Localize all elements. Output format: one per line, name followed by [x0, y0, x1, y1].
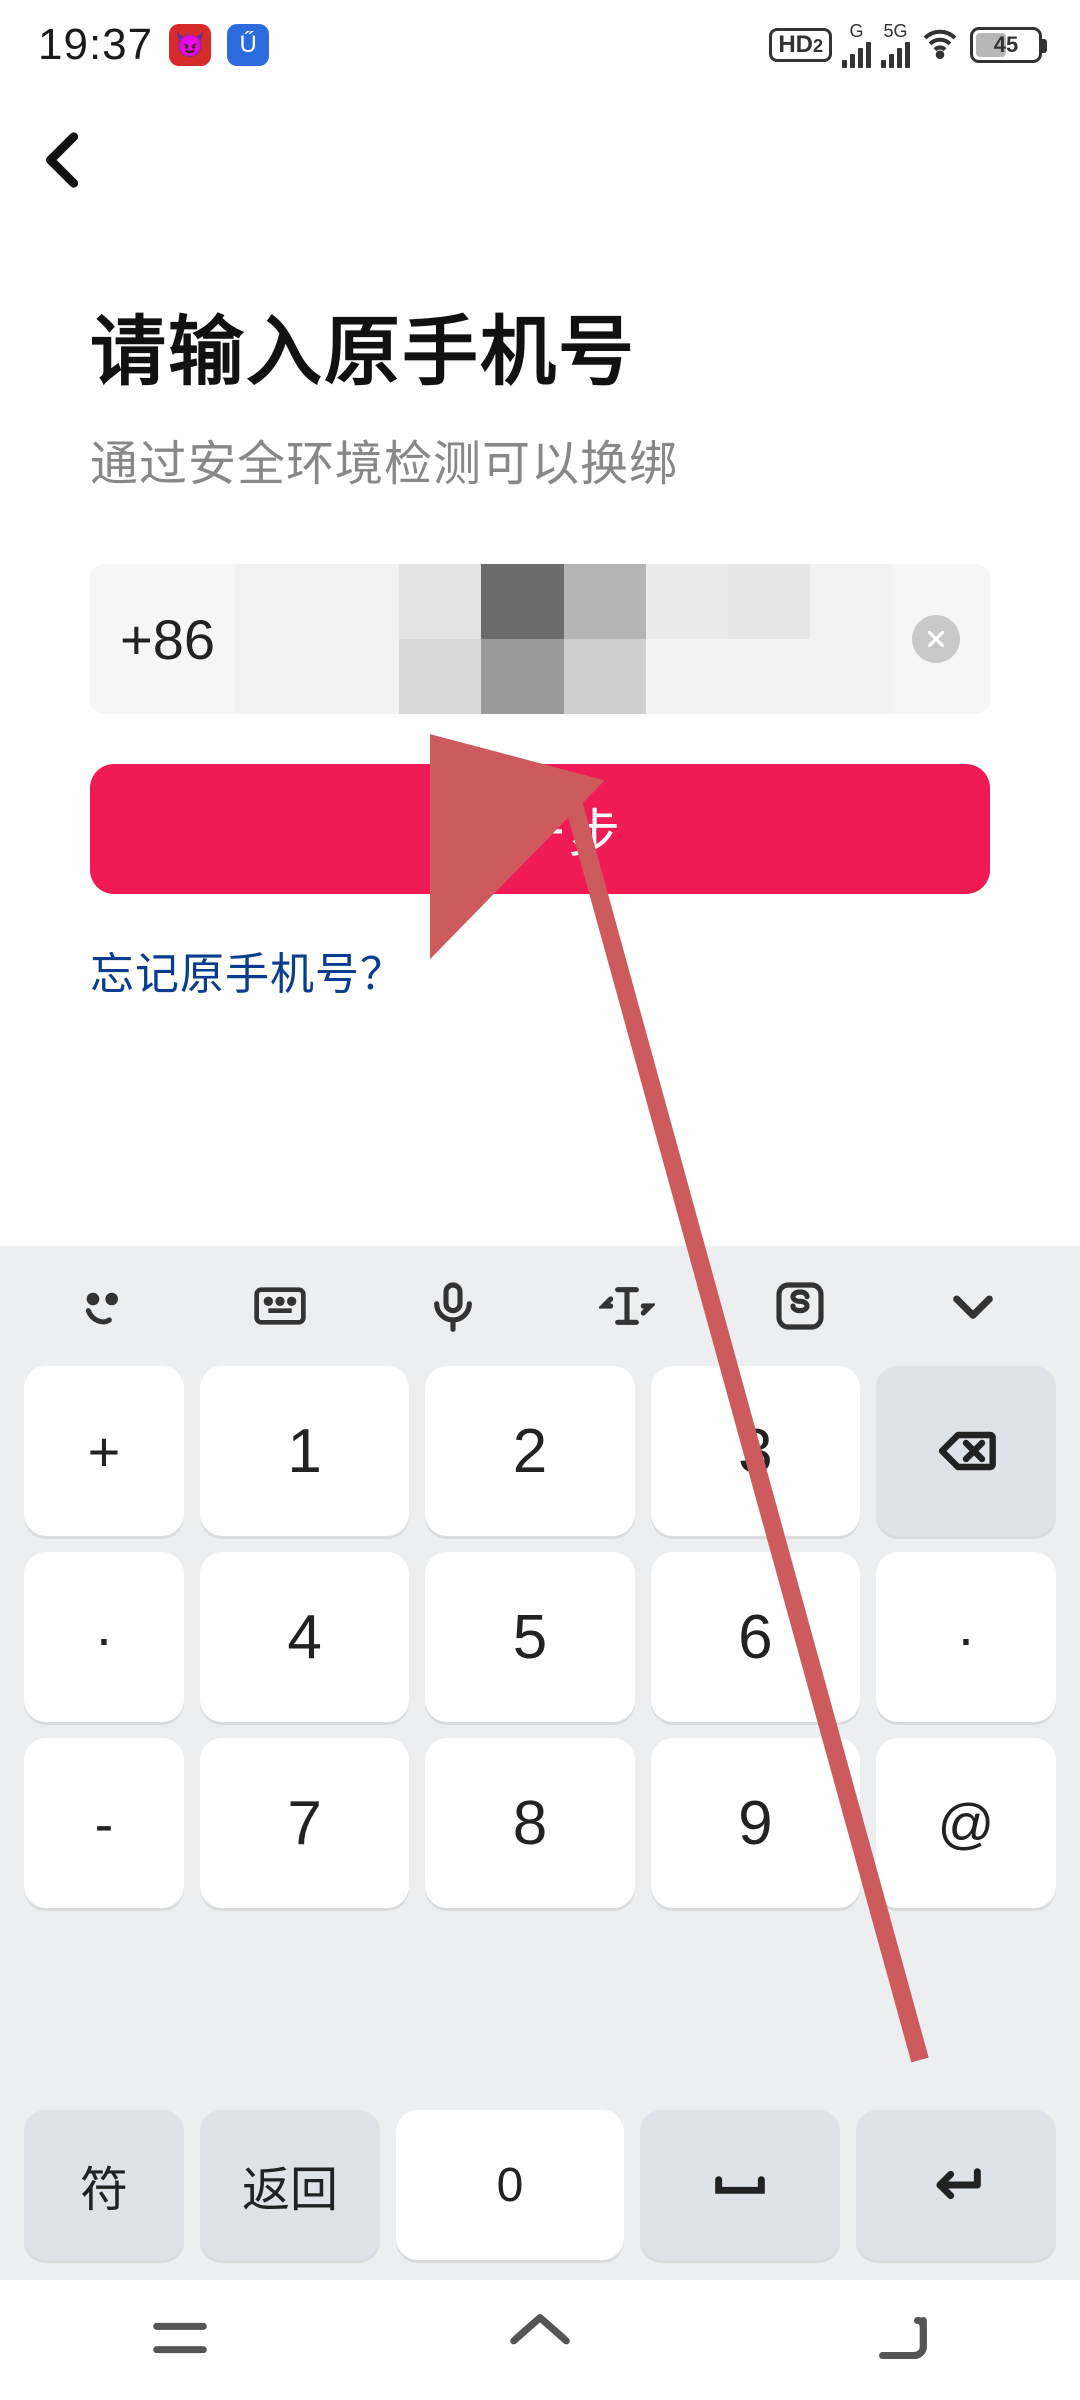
wifi-icon: [920, 23, 960, 68]
key-minus[interactable]: -: [24, 1738, 184, 1908]
notif-app-icon-1: 😈: [169, 24, 211, 66]
key-4[interactable]: 4: [200, 1552, 409, 1722]
keyboard-main-grid: + 1 2 3 · 4 5 6 · - 7 8 9 @ (: [0, 1366, 1080, 2094]
phone-number-field[interactable]: [235, 564, 892, 714]
signal-2: 5G: [881, 22, 910, 68]
signal-1: G: [842, 22, 871, 68]
key-0[interactable]: 0: [396, 2110, 624, 2260]
page-title: 请输入原手机号: [90, 290, 990, 400]
key-6[interactable]: 6: [651, 1552, 860, 1722]
key-return-ime[interactable]: 返回: [200, 2110, 380, 2260]
key-7[interactable]: 7: [200, 1738, 409, 1908]
hd-badge: HD2: [769, 28, 832, 62]
key-symbols[interactable]: 符: [24, 2110, 184, 2260]
country-code[interactable]: +86: [120, 607, 215, 672]
key-enter[interactable]: [856, 2110, 1056, 2260]
collapse-keyboard-icon[interactable]: [918, 1266, 1028, 1346]
sogou-icon[interactable]: [745, 1266, 855, 1346]
mic-icon[interactable]: [398, 1266, 508, 1346]
next-button[interactable]: 下一步: [90, 764, 990, 894]
clear-icon[interactable]: [912, 615, 960, 663]
key-plus[interactable]: +: [24, 1366, 184, 1536]
nav-home-icon[interactable]: [505, 2303, 575, 2378]
nav-recent-icon[interactable]: [145, 2303, 215, 2378]
key-space[interactable]: [640, 2110, 840, 2260]
system-nav-bar: [0, 2280, 1080, 2400]
page-subtitle: 通过安全环境检测可以换绑: [90, 424, 990, 494]
key-2[interactable]: 2: [425, 1366, 634, 1536]
key-5[interactable]: 5: [425, 1552, 634, 1722]
keyboard: + 1 2 3 · 4 5 6 · - 7 8 9 @ ( 符 返回 0: [0, 1246, 1080, 2280]
keyboard-bottom-row: 符 返回 0: [0, 2094, 1080, 2260]
status-bar: 19:37 😈 Ű HD2 G 5G 45: [0, 0, 1080, 90]
emoji-icon[interactable]: [52, 1266, 162, 1346]
battery-indicator: 45: [970, 27, 1042, 63]
back-button[interactable]: [30, 125, 100, 200]
key-at[interactable]: @: [876, 1738, 1056, 1908]
keyboard-switch-icon[interactable]: [225, 1266, 335, 1346]
main-content: 请输入原手机号 通过安全环境检测可以换绑 +86 下一步 忘记原手机号？: [90, 290, 990, 1002]
key-dot[interactable]: ·: [876, 1552, 1056, 1722]
notif-app-icon-2: Ű: [227, 24, 269, 66]
nav-back-icon[interactable]: [865, 2303, 935, 2378]
key-middot[interactable]: ·: [24, 1552, 184, 1722]
cursor-icon[interactable]: [572, 1266, 682, 1346]
key-3[interactable]: 3: [651, 1366, 860, 1536]
status-time: 19:37: [38, 20, 153, 70]
status-left: 19:37 😈 Ű: [38, 20, 269, 70]
forgot-phone-link[interactable]: 忘记原手机号？: [90, 938, 990, 1002]
key-backspace[interactable]: [876, 1366, 1056, 1536]
status-right: HD2 G 5G 45: [769, 22, 1042, 68]
keyboard-toolbar: [0, 1246, 1080, 1366]
key-1[interactable]: 1: [200, 1366, 409, 1536]
key-8[interactable]: 8: [425, 1738, 634, 1908]
phone-input-row[interactable]: +86: [90, 564, 990, 714]
key-9[interactable]: 9: [651, 1738, 860, 1908]
